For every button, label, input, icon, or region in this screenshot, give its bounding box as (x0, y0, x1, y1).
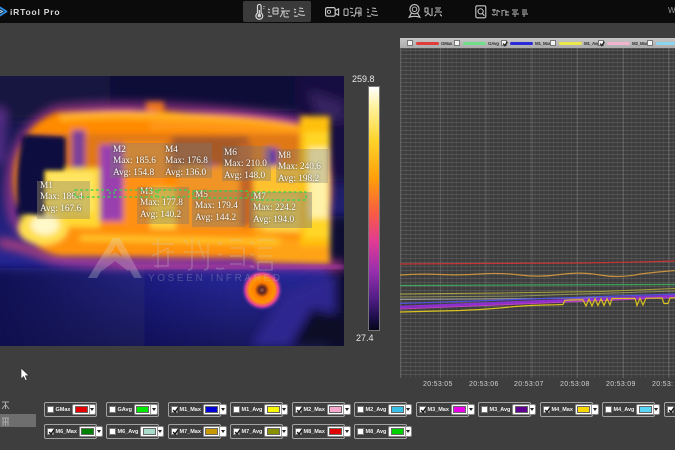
svg-text:YOSEEN INFRARED: YOSEEN INFRARED (148, 273, 283, 284)
